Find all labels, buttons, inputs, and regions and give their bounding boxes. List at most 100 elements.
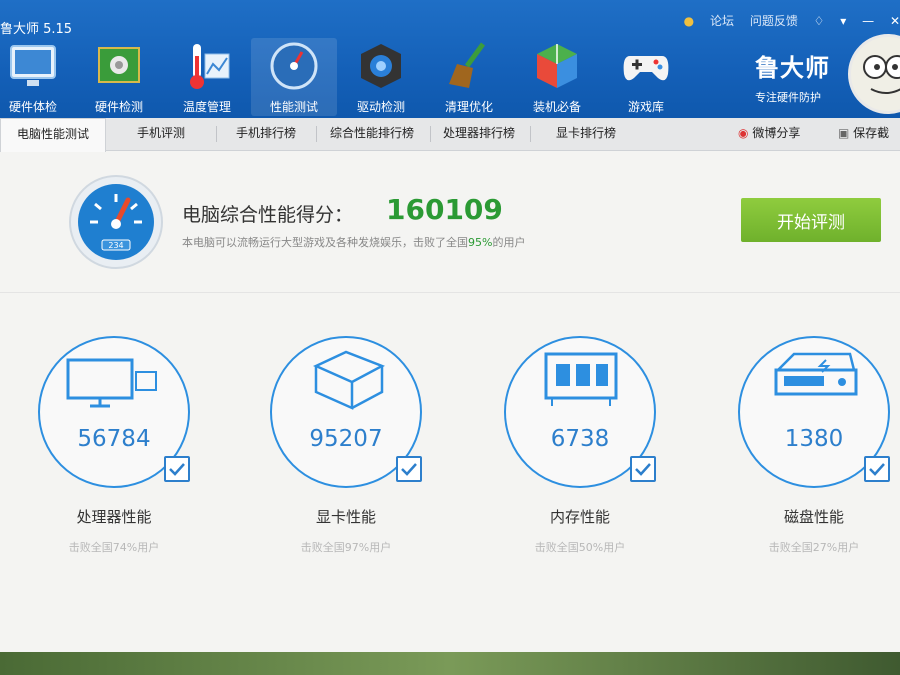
gamepad-icon bbox=[623, 56, 669, 81]
feedback-link[interactable]: 问题反馈 bbox=[750, 14, 798, 28]
driver-icon bbox=[361, 44, 401, 88]
check-icon bbox=[169, 463, 185, 476]
monitor-icon bbox=[10, 45, 56, 86]
tool-performance[interactable]: 性能测试 bbox=[251, 38, 337, 116]
board-icon bbox=[98, 47, 140, 83]
menu-icon[interactable]: ▾ bbox=[840, 14, 846, 28]
tab-divider bbox=[216, 126, 217, 142]
component-score: 56784 bbox=[77, 426, 151, 452]
check-icon bbox=[401, 463, 417, 476]
component-score: 95207 bbox=[309, 426, 383, 452]
weibo-icon: ◉ bbox=[738, 126, 749, 140]
component-disk[interactable]: 1380 磁盘性能 击败全国27%用户 bbox=[724, 336, 900, 555]
app-title: 鲁大师 5.15 bbox=[0, 22, 73, 37]
check-icon bbox=[869, 463, 885, 476]
tab-phone-review[interactable]: 手机评测 bbox=[106, 118, 216, 150]
save-label: 保存截 bbox=[853, 126, 890, 140]
tool-hardware-detect[interactable]: 硬件检测 bbox=[76, 40, 162, 115]
score-ring: 6738 bbox=[504, 336, 656, 488]
tool-label: 硬件检测 bbox=[94, 100, 143, 114]
component-gpu[interactable]: 95207 显卡性能 击败全国97%用户 bbox=[256, 336, 436, 555]
performance-gauge-icon: 234 bbox=[69, 175, 163, 269]
checkbox-disk[interactable] bbox=[864, 456, 890, 482]
memory-icon bbox=[544, 352, 618, 406]
mascot-avatar[interactable] bbox=[848, 34, 900, 114]
tool-label: 硬件体检 bbox=[8, 100, 57, 114]
tool-label: 装机必备 bbox=[532, 100, 581, 114]
tool-hardware-check[interactable]: 硬件体检 bbox=[0, 40, 76, 115]
forum-link[interactable]: 论坛 bbox=[710, 14, 734, 28]
header: 鲁大师 5.15 硬件体检 硬件检测 温度管理 性能测试 驱动检测 清理优化 装… bbox=[0, 0, 900, 118]
share-label: 微博分享 bbox=[752, 126, 801, 140]
app-window: 鲁大师 5.15 硬件体检 硬件检测 温度管理 性能测试 驱动检测 清理优化 装… bbox=[0, 0, 900, 652]
gauge-readout: 234 bbox=[108, 241, 123, 250]
checkbox-memory[interactable] bbox=[630, 456, 656, 482]
divider bbox=[0, 292, 900, 293]
score-description: 本电脑可以流畅运行大型游戏及各种发烧娱乐，击败了全国95%的用户 bbox=[182, 234, 525, 250]
component-rank: 击败全国74%用户 bbox=[68, 541, 160, 554]
tool-driver[interactable]: 驱动检测 bbox=[338, 40, 424, 115]
thermometer-icon bbox=[190, 44, 230, 89]
tab-bar: 电脑性能测试 手机评测 手机排行榜 综合性能排行榜 处理器排行榜 显卡排行榜 ◉… bbox=[0, 118, 900, 152]
component-score: 1380 bbox=[784, 426, 844, 452]
component-score: 6738 bbox=[550, 426, 610, 452]
checkbox-gpu[interactable] bbox=[396, 456, 422, 482]
tool-label: 游戏库 bbox=[627, 100, 664, 114]
medal-icon[interactable]: ● bbox=[684, 14, 694, 28]
camera-icon: ▣ bbox=[838, 126, 850, 140]
top-links: ● 论坛 问题反馈 ♢ ▾ — ✕ bbox=[672, 12, 900, 29]
tool-essentials[interactable]: 装机必备 bbox=[514, 40, 600, 115]
component-rank: 击败全国27%用户 bbox=[768, 541, 860, 554]
tab-gpu-ranking[interactable]: 显卡排行榜 bbox=[532, 118, 640, 150]
tab-phone-ranking[interactable]: 手机排行榜 bbox=[218, 118, 314, 150]
desc-text-end: 的用户 bbox=[492, 236, 526, 249]
tool-label: 性能测试 bbox=[269, 100, 318, 114]
component-name: 内存性能 bbox=[549, 508, 610, 526]
score-title: 电脑综合性能得分： bbox=[182, 204, 354, 226]
component-cpu[interactable]: 56784 处理器性能 击败全国74%用户 bbox=[24, 336, 204, 555]
component-name: 显卡性能 bbox=[315, 508, 376, 526]
tool-label: 清理优化 bbox=[444, 100, 493, 114]
brand-name: 鲁大师 bbox=[755, 54, 830, 82]
checkbox-cpu[interactable] bbox=[164, 456, 190, 482]
tab-divider bbox=[530, 126, 531, 142]
graphics-icon bbox=[312, 350, 385, 410]
desc-percent: 95% bbox=[468, 236, 493, 249]
broom-icon bbox=[449, 42, 486, 88]
component-name: 磁盘性能 bbox=[783, 508, 844, 526]
brand: 鲁大师 专注硬件防护 bbox=[755, 48, 830, 105]
skin-icon[interactable]: ♢ bbox=[814, 14, 825, 28]
weibo-share-button[interactable]: ◉ 微博分享 bbox=[738, 118, 800, 150]
component-rank: 击败全国50%用户 bbox=[534, 541, 626, 554]
brand-slogan: 专注硬件防护 bbox=[755, 91, 821, 104]
desc-text: 本电脑可以流畅运行大型游戏及各种发烧娱乐，击败了全国 bbox=[182, 236, 468, 249]
tab-divider bbox=[316, 126, 317, 142]
check-icon bbox=[635, 463, 651, 476]
desktop-background bbox=[0, 652, 900, 675]
tab-divider bbox=[430, 126, 431, 142]
mascot-icon bbox=[863, 55, 900, 94]
cpu-monitor-icon bbox=[66, 358, 157, 408]
gauge-icon bbox=[270, 42, 318, 90]
tab-pc-performance[interactable]: 电脑性能测试 bbox=[0, 118, 106, 152]
score-ring: 1380 bbox=[738, 336, 890, 488]
tool-cleanup[interactable]: 清理优化 bbox=[426, 40, 512, 115]
box-icon bbox=[537, 44, 577, 88]
start-test-button[interactable]: 开始评测 bbox=[741, 198, 881, 242]
minimize-icon[interactable]: — bbox=[862, 14, 874, 28]
tool-label: 温度管理 bbox=[182, 100, 231, 114]
save-screenshot-button[interactable]: ▣ 保存截 bbox=[838, 118, 889, 150]
score-ring: 95207 bbox=[270, 336, 422, 488]
tab-cpu-ranking[interactable]: 处理器排行榜 bbox=[432, 118, 526, 150]
disk-icon bbox=[774, 352, 858, 396]
score-ring: 56784 bbox=[38, 336, 190, 488]
tool-temperature[interactable]: 温度管理 bbox=[164, 40, 250, 115]
tab-overall-ranking[interactable]: 综合性能排行榜 bbox=[318, 118, 426, 150]
component-rank: 击败全国97%用户 bbox=[300, 541, 392, 554]
tool-label: 驱动检测 bbox=[356, 100, 405, 114]
component-name: 处理器性能 bbox=[76, 508, 152, 526]
close-icon[interactable]: ✕ bbox=[890, 14, 900, 28]
tool-games[interactable]: 游戏库 bbox=[603, 40, 689, 115]
component-memory[interactable]: 6738 内存性能 击败全国50%用户 bbox=[490, 336, 670, 555]
total-score: 160109 bbox=[386, 193, 503, 226]
